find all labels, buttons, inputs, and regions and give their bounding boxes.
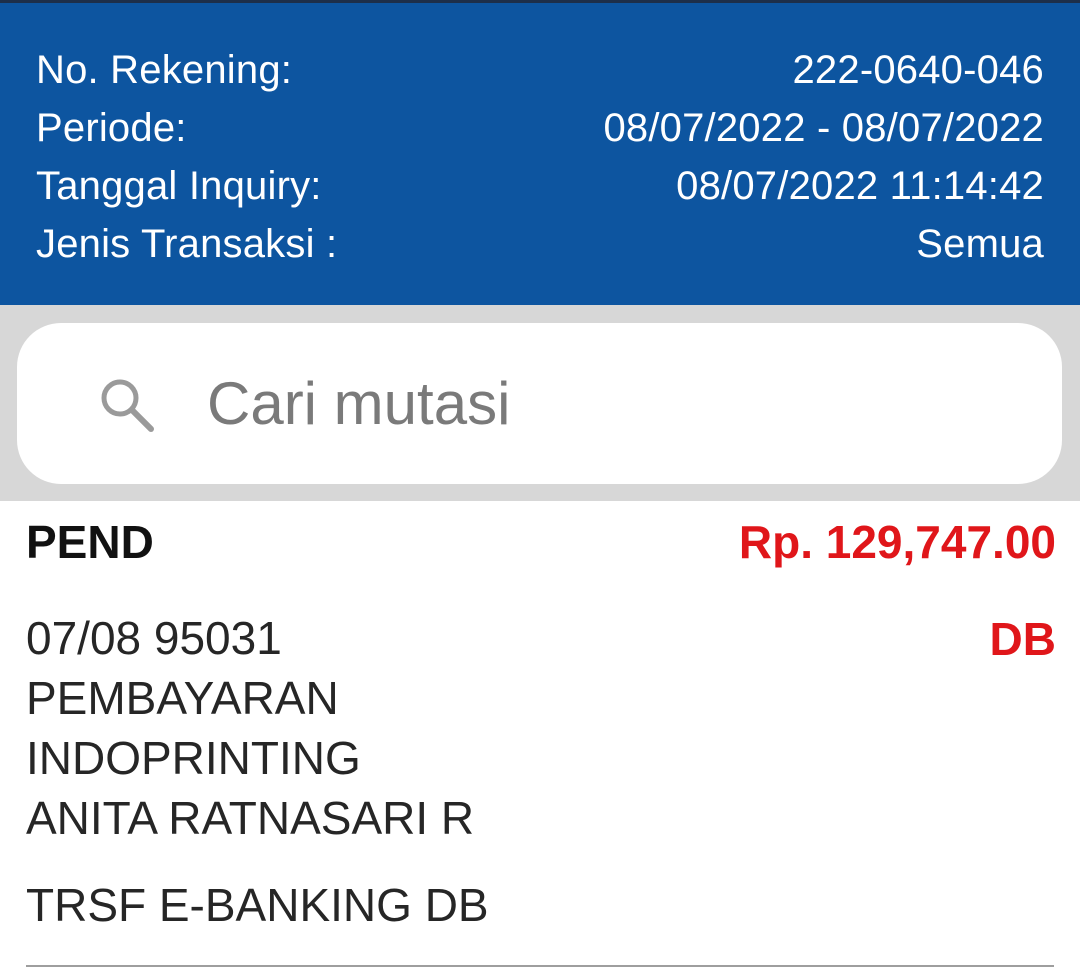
search-icon[interactable]	[95, 373, 159, 437]
transaction-item[interactable]: PEND Rp. 129,747.00 DB 07/08 95031 PEMBA…	[0, 501, 1080, 968]
period-value: 08/07/2022 - 08/07/2022	[603, 105, 1044, 150]
transaction-date-ref: 07/08 95031	[26, 612, 282, 664]
period-label: Periode:	[36, 105, 187, 150]
divider	[26, 965, 1054, 967]
transaction-type-label: Jenis Transaksi :	[36, 221, 338, 266]
transaction-type-value: Semua	[916, 221, 1044, 266]
transaction-desc-line: PEMBAYARAN	[26, 672, 339, 724]
account-number-label: No. Rekening:	[36, 47, 293, 92]
transaction-amount: Rp. 129,747.00	[738, 516, 1056, 568]
transaction-desc-line: INDOPRINTING	[26, 732, 361, 784]
debit-credit-indicator: DB	[989, 613, 1056, 665]
inquiry-date-row: Tanggal Inquiry: 08/07/2022 11:14:42	[36, 157, 1044, 215]
search-box[interactable]	[17, 323, 1062, 484]
inquiry-date-value: 08/07/2022 11:14:42	[676, 163, 1044, 208]
period-row: Periode: 08/07/2022 - 08/07/2022	[36, 99, 1044, 157]
account-info-header: No. Rekening: 222-0640-046 Periode: 08/0…	[0, 0, 1080, 305]
search-area	[0, 305, 1080, 501]
account-number-value: 222-0640-046	[792, 47, 1044, 92]
transaction-channel: TRSF E-BANKING DB	[26, 879, 489, 931]
search-input[interactable]	[207, 363, 1007, 443]
transaction-desc-line: ANITA RATNASARI R	[26, 792, 475, 844]
inquiry-date-label: Tanggal Inquiry:	[36, 163, 322, 208]
account-number-row: No. Rekening: 222-0640-046	[36, 41, 1044, 99]
transaction-type-row: Jenis Transaksi : Semua	[36, 215, 1044, 273]
transaction-status: PEND	[26, 516, 154, 568]
